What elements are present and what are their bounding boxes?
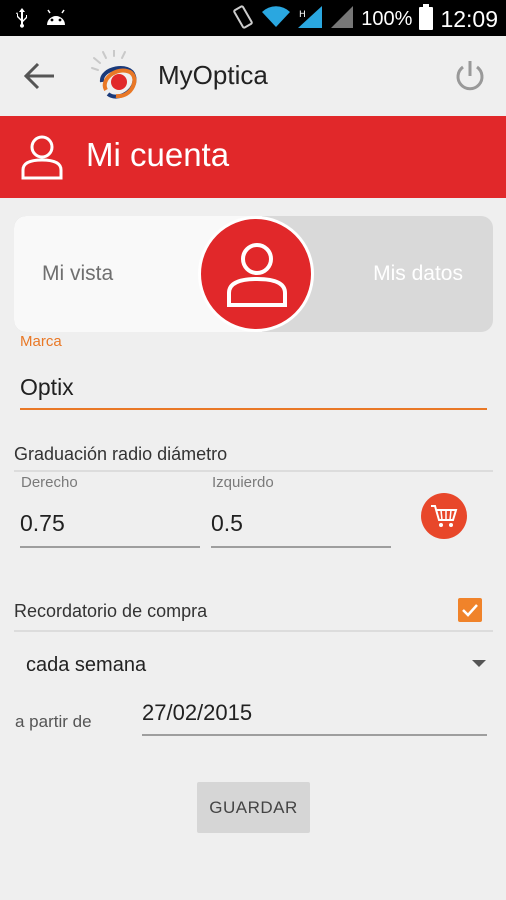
clock: 12:09: [440, 6, 498, 32]
svg-text:H: H: [299, 10, 306, 20]
marca-label: Marca: [20, 333, 62, 350]
signal-icon: [330, 5, 354, 34]
partir-label: a partir de: [15, 712, 92, 731]
battery-percent: 100%: [361, 8, 413, 30]
power-icon[interactable]: [452, 58, 488, 94]
frequency-select[interactable]: cada semana: [26, 654, 146, 677]
divider: [14, 470, 493, 472]
app-title: MyOptica: [158, 60, 268, 90]
cart-button[interactable]: [421, 493, 467, 539]
date-input[interactable]: 27/02/2015: [142, 700, 487, 736]
recordatorio-checkbox[interactable]: [458, 598, 482, 622]
user-icon: [227, 243, 287, 307]
checkmark-icon: [462, 604, 478, 617]
usb-icon: [14, 8, 30, 33]
izquierdo-input[interactable]: 0.5: [211, 510, 391, 548]
page-title: Mi cuenta: [86, 136, 230, 173]
view-toggle[interactable]: Mi vista Mis datos: [14, 216, 493, 332]
app-bar: MyOptica: [0, 36, 506, 116]
dropdown-arrow-icon[interactable]: [472, 660, 486, 667]
marca-input[interactable]: Optix: [20, 370, 487, 410]
wifi-icon: [262, 6, 291, 33]
graduacion-title: Graduación radio diámetro: [14, 444, 228, 464]
save-button[interactable]: GUARDAR: [197, 782, 310, 833]
page-header: Mi cuenta: [0, 116, 506, 198]
toggle-label-mis-datos[interactable]: Mis datos: [373, 262, 463, 286]
signal-icon: H: [297, 5, 323, 34]
battery-icon: [419, 4, 434, 35]
derecho-input[interactable]: 0.75: [20, 510, 200, 548]
izquierdo-label: Izquierdo: [212, 474, 274, 491]
myoptica-logo: [90, 49, 146, 104]
recordatorio-label: Recordatorio de compra: [14, 601, 208, 621]
toggle-knob[interactable]: [198, 216, 314, 332]
shopping-cart-icon: [431, 505, 458, 527]
user-icon: [20, 134, 64, 180]
back-arrow-icon[interactable]: [22, 60, 58, 92]
vibrate-icon: [231, 4, 255, 35]
status-bar: H 100% 12:09: [0, 0, 506, 36]
derecho-label: Derecho: [21, 474, 78, 491]
divider: [14, 630, 493, 632]
toggle-label-mi-vista[interactable]: Mi vista: [42, 262, 113, 286]
android-icon: [44, 9, 68, 32]
